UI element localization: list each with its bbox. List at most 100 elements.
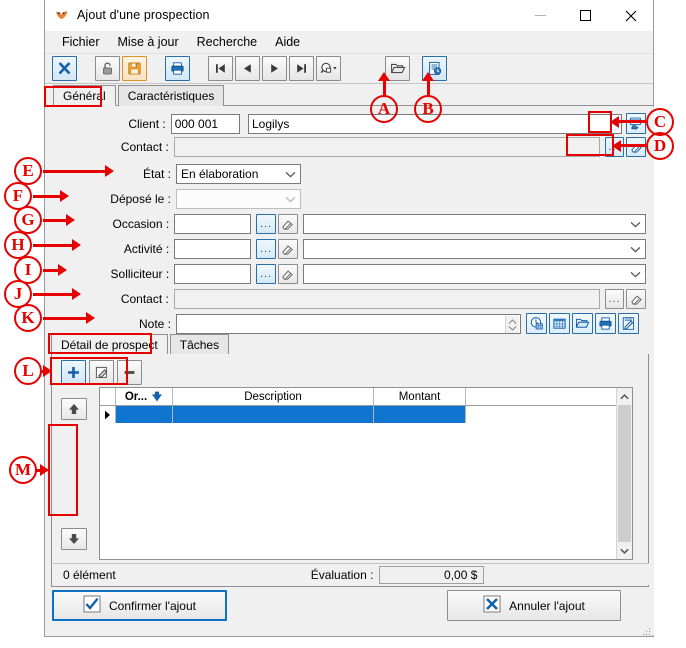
etat-select[interactable]: En élaboration [176,164,301,184]
row-selector-arrow [100,406,116,423]
grid-header-montant[interactable]: Montant [374,388,466,405]
client-code-input[interactable]: 000 001 [170,113,240,134]
contact-input[interactable] [173,289,600,309]
note-input[interactable] [176,313,521,334]
resize-grip[interactable] [641,623,651,636]
solliciteur-browse-button[interactable]: ... [256,264,276,284]
main-tab-strip: Général Caractéristiques [45,84,653,106]
occasion-row: Occasion : ... [46,214,646,234]
schedule-button[interactable] [526,313,547,334]
lock-button[interactable] [95,56,120,81]
close-record-button[interactable] [52,56,77,81]
activite-browse-label: ... [259,242,273,255]
grid-header-filler [466,388,632,405]
annotation-box-l [50,357,128,385]
depose-le-row: Déposé le : [46,189,646,209]
move-down-button[interactable] [61,528,87,550]
client-lookup-button[interactable] [625,113,646,134]
save-button[interactable] [122,56,147,81]
printer-icon [171,62,184,75]
printer-blue-icon [599,317,612,330]
eraser-icon [282,245,294,255]
edit-note-button[interactable] [618,313,639,334]
contact-browse-button[interactable]: ... [604,289,625,309]
row-pointer-icon [105,410,110,419]
menu-bar: Fichier Mise à jour Recherche Aide [45,31,653,53]
etat-value: En élaboration [181,167,259,181]
tab-taches[interactable]: Tâches [169,334,230,355]
next-record-button[interactable] [262,56,287,81]
etat-row: État : En élaboration [46,164,646,184]
search-dropdown-button[interactable] [316,56,341,81]
cell-description[interactable] [173,406,374,423]
grid-header-description[interactable]: Description [173,388,374,405]
depose-le-select[interactable] [176,189,301,209]
activite-desc-select[interactable] [302,239,646,259]
cell-ordre[interactable] [116,406,173,423]
annotation-k-arrow [86,312,95,324]
print-button[interactable] [165,56,190,81]
menu-recherche[interactable]: Recherche [188,31,266,53]
contact-top-clear-button[interactable] [626,137,646,157]
activite-clear-button[interactable] [277,239,298,259]
confirm-button[interactable]: Confirmer l'ajout [52,590,227,621]
annotation-j-line [33,293,73,296]
solliciteur-desc-select[interactable] [302,264,646,284]
occasion-clear-button[interactable] [277,214,298,234]
move-up-button[interactable] [61,398,87,420]
grid-header-row: Or... Description Montant [100,388,632,406]
checkmark-icon [83,595,101,616]
close-button[interactable] [608,0,653,31]
note-spinner[interactable] [505,315,519,333]
first-record-button[interactable] [208,56,233,81]
tab-caracteristiques[interactable]: Caractéristiques [117,85,225,106]
minimize-button[interactable] [518,0,563,31]
contact-clear-button[interactable] [626,289,646,309]
calendar-button[interactable] [549,313,570,334]
annotation-box-d [566,134,614,156]
open-file-button[interactable] [572,313,593,334]
evaluation-label: Évaluation : [310,567,374,582]
chevron-down-icon [620,548,629,554]
scroll-down-button[interactable] [617,542,633,559]
scroll-up-button[interactable] [617,388,633,405]
annotation-a-line [383,80,386,97]
cell-montant[interactable] [374,406,466,423]
solliciteur-code-input[interactable] [174,264,252,284]
cancel-button[interactable]: Annuler l'ajout [447,590,621,621]
maximize-button[interactable] [563,0,608,31]
eraser-icon [630,295,642,305]
table-row[interactable] [100,406,632,423]
general-tab-panel: Client : 000 001 Logilys Contact : ... É… [46,107,654,636]
last-record-button[interactable] [289,56,314,81]
solliciteur-clear-button[interactable] [277,264,298,284]
contact-top-row: Contact : ... [46,137,646,157]
annotation-h: H [4,231,32,259]
occasion-code-input[interactable] [174,214,252,234]
solliciteur-row: Solliciteur : ... [46,264,646,284]
activite-browse-button[interactable]: ... [256,239,276,259]
open-folder-blue-icon [575,318,590,328]
annotation-a-arrow [378,72,390,81]
scroll-thumb[interactable] [618,405,631,542]
menu-mise-a-jour[interactable]: Mise à jour [109,31,188,53]
grid-header-ordre[interactable]: Or... [116,388,173,405]
x-blue-icon [483,595,501,616]
activite-code-input[interactable] [174,239,252,259]
occasion-desc-select[interactable] [302,214,646,234]
contact-top-input[interactable] [173,137,600,157]
menu-fichier[interactable]: Fichier [53,31,109,53]
annotation-j-arrow [72,288,81,300]
contact-browse-label: ... [608,292,621,305]
annotation-m: M [9,456,37,484]
screenshot-root: Ajout d'une prospection Fichier Mise à j… [0,0,686,648]
menu-aide[interactable]: Aide [266,31,309,53]
annotation-g: G [14,206,42,234]
grid-vertical-scrollbar[interactable] [616,388,632,559]
previous-record-button[interactable] [235,56,260,81]
print-note-button[interactable] [595,313,616,334]
annotation-l: L [14,357,42,385]
occasion-browse-button[interactable]: ... [256,214,276,234]
annotation-b: B [414,95,442,123]
note-row: Note : [46,313,646,334]
